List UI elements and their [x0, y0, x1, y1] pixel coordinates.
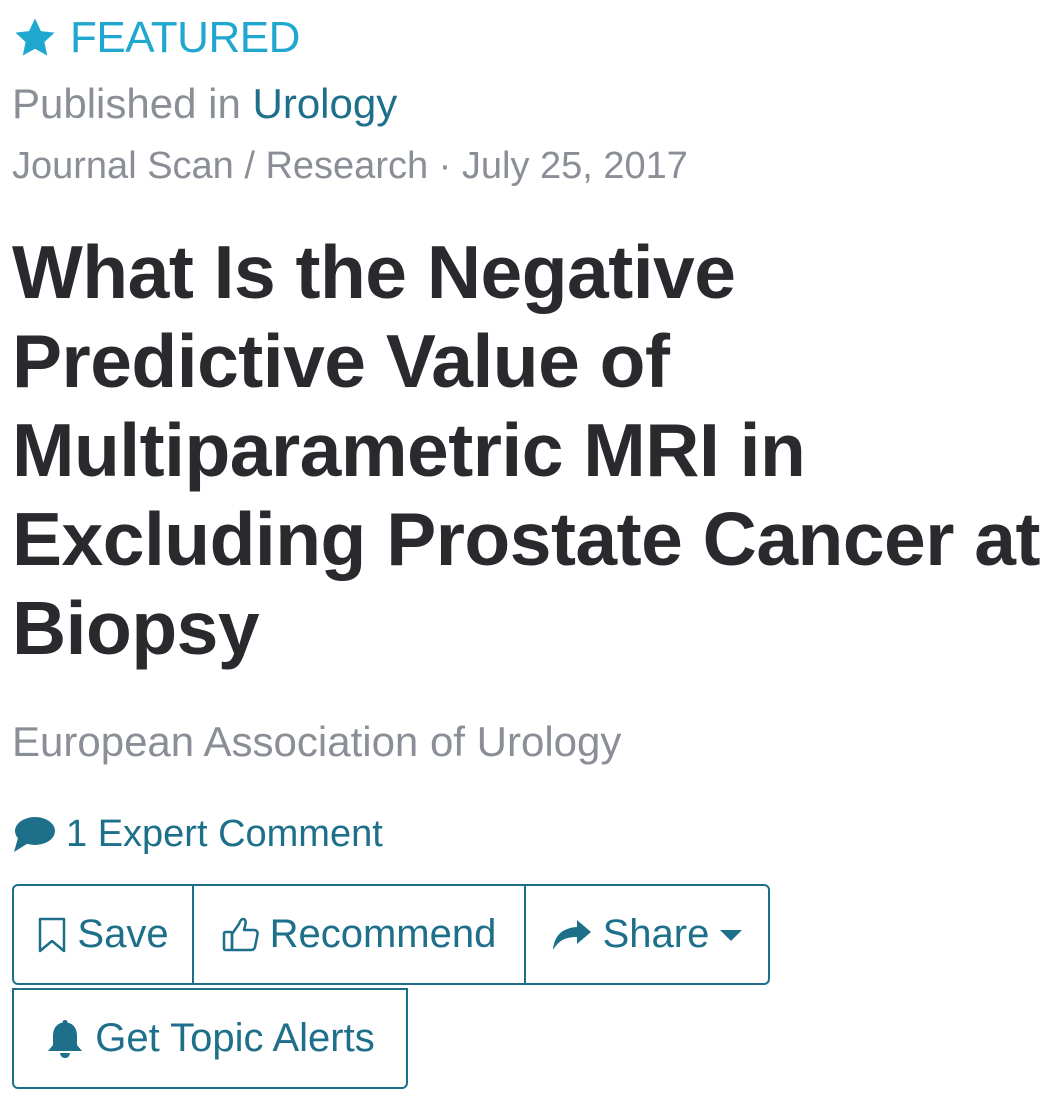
published-in: Published in Urology [12, 78, 397, 130]
star-icon [15, 18, 55, 56]
meta-separator: · [438, 145, 452, 187]
article-title: What Is the Negative Predictive Value of… [12, 230, 1040, 670]
get-topic-alerts-button[interactable]: Get Topic Alerts [12, 988, 408, 1089]
action-buttons: Save Recommend Share [12, 884, 770, 985]
expert-comments-link[interactable]: 1 Expert Comment [12, 810, 383, 858]
share-button[interactable]: Share [526, 884, 770, 985]
expert-comments-label: 1 Expert Comment [66, 813, 383, 855]
save-button[interactable]: Save [12, 884, 194, 985]
share-arrow-icon [552, 919, 591, 950]
published-prefix: Published in [12, 80, 241, 127]
featured-badge: FEATURED [12, 12, 300, 64]
article-category[interactable]: Journal Scan / Research [12, 145, 428, 187]
journal-link[interactable]: Urology [253, 80, 398, 127]
article-source: European Association of Urology [12, 718, 622, 765]
recommend-button[interactable]: Recommend [194, 884, 526, 985]
bookmark-icon [39, 917, 66, 952]
save-label: Save [77, 912, 169, 956]
recommend-label: Recommend [269, 912, 497, 956]
article-date: July 25, 2017 [461, 145, 688, 187]
article-meta: Journal Scan / Research · July 25, 2017 [12, 142, 688, 190]
chevron-down-icon [720, 929, 743, 941]
bell-icon [48, 1019, 83, 1058]
get-topic-alerts-label: Get Topic Alerts [95, 1016, 375, 1060]
featured-label: FEATURED [70, 13, 300, 62]
speech-bubble-icon [14, 817, 55, 852]
share-label: Share [602, 912, 710, 956]
thumbs-up-icon [222, 917, 259, 951]
